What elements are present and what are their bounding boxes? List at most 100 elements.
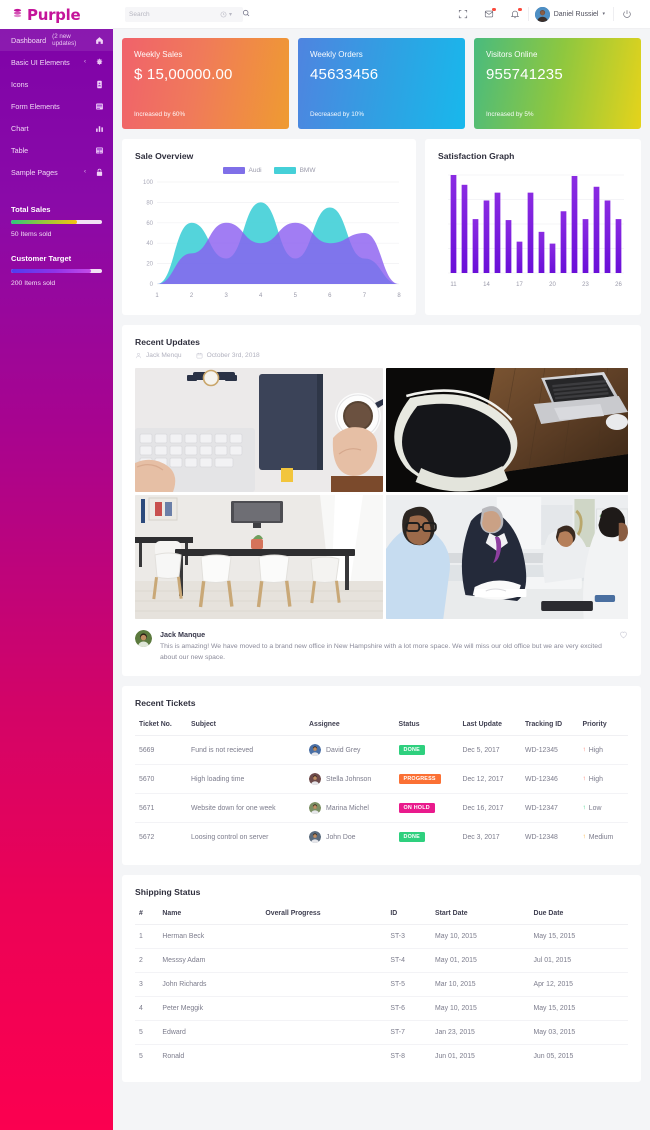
sale-overview-chart: 0 20 40 60 80 100 1 2 3 4 5 6 7 8 (143, 180, 401, 299)
cell-last-update: Dec 16, 2017 (458, 793, 521, 824)
table-row[interactable]: 5672 Loosing control on server John Doe DON… (135, 823, 628, 852)
recent-tickets-card: Recent Tickets Ticket No. Subject Assignee… (122, 686, 641, 866)
calendar-icon (196, 352, 202, 359)
sidebar-item-basic-ui-elements[interactable]: Basic UI Elements ‹ (0, 51, 113, 73)
sidebar-item-icons[interactable]: Icons (0, 73, 113, 95)
post-body: Jack Manque This is amazing! We have mov… (160, 630, 605, 663)
table-row[interactable]: 1 Herman Beck ST-3 May 10, 2015 May 15, 2015 (135, 924, 628, 950)
column-header: Subject (187, 712, 306, 737)
avatar (309, 802, 322, 815)
cell-start-date: Mar 10, 2015 (431, 972, 530, 998)
cell-due-date: Jun 05, 2015 (533, 1053, 574, 1061)
cell-priority: ↑ Medium (579, 823, 628, 852)
table-row[interactable]: 4 Peter Meggik ST-6 May 10, 2015 May 15, 201… (135, 996, 628, 1022)
svg-text:6: 6 (328, 293, 332, 299)
table-row[interactable]: 3 John Richards ST-5 Mar 10, 2015 Apr 12, 20… (135, 972, 628, 998)
cell-id: ST-5 (386, 972, 432, 998)
table-row[interactable]: 5 Ronald ST-8 Jun 01, 2015 Jun 05, 2015 (135, 1045, 628, 1069)
column-header: Status (394, 712, 459, 737)
cell-start-date: May 10, 2015 (431, 996, 530, 1022)
sidebar-item-table[interactable]: Table (0, 139, 113, 161)
brand[interactable]: Purple (0, 0, 113, 29)
assignee-name: David Grey (326, 746, 361, 754)
card-title: Recent Updates (135, 337, 200, 347)
status-badge: DONE (398, 832, 425, 843)
stat-card[interactable]: Weekly Sales $ 15,00000.00 Increased by 60… (122, 38, 289, 129)
office-meeting-photo[interactable] (386, 495, 628, 619)
arrow-up-icon: ↑ (582, 803, 586, 811)
stat-card-footer: Increased by 5% (486, 111, 534, 118)
svg-text:14: 14 (483, 282, 490, 288)
table-row[interactable]: 2 Messsy Adam ST-4 May 01, 2015 Jul 01, 2015 (135, 948, 628, 974)
cell-start-date: May 01, 2015 (431, 948, 530, 974)
cell-ticket: 5671 (135, 793, 188, 824)
progress-bar (11, 269, 102, 273)
column-header: Tracking ID (520, 712, 579, 737)
form-icon (94, 101, 104, 111)
legend-item[interactable]: Audi (222, 167, 262, 174)
table-row[interactable]: 5669 Fund is not recieved David Grey DONE De… (135, 735, 628, 766)
cell-index: 4 (135, 996, 159, 1022)
cell-id: ST-3 (386, 924, 432, 950)
power-icon[interactable] (614, 0, 640, 29)
cell-tracking-id: WD-12348 (524, 833, 558, 841)
legend-label: BMW (299, 167, 316, 174)
satisfaction-chart: 11 14 17 20 23 26 (448, 174, 624, 288)
avatar (309, 773, 322, 786)
user-menu[interactable]: Daniel Russiel ▾ (529, 6, 613, 22)
table-row[interactable]: 5 Edward ST-7 Jan 23, 2015 May 03, 2015 (135, 1020, 628, 1046)
table-row[interactable]: 5671 Website down for one week Marina Mich… (135, 793, 628, 824)
sidebar-item-form-elements[interactable]: Form Elements (0, 95, 113, 117)
sidebar-item-dashboard[interactable]: Dashboard (2 new updates) (0, 29, 113, 51)
mail-icon[interactable] (476, 0, 502, 29)
table-row[interactable]: 5670 High loading time Stella Johnson PROGR… (135, 764, 628, 795)
cell-last-update: Dec 3, 2017 (462, 833, 500, 841)
column-header: Due Date (529, 901, 628, 926)
search-box[interactable]: ▾ (125, 6, 250, 22)
sidebar-item-chart[interactable]: Chart (0, 117, 113, 139)
fullscreen-icon[interactable] (450, 0, 476, 29)
progress-fill (11, 269, 92, 273)
chart-icon (94, 123, 104, 133)
status-badge: ON HOLD (398, 803, 435, 814)
stat-card[interactable]: Weekly Orders 45633456 Decreased by 10% (298, 38, 465, 129)
cell-assignee: Marina Michel (305, 793, 395, 824)
column-header: Overall Progress (261, 901, 387, 926)
column-header: # (135, 901, 159, 926)
heart-icon[interactable] (613, 630, 628, 641)
meta-date: October 3rd, 2018 (196, 352, 260, 359)
sidebar-item-label: Table (11, 145, 29, 155)
keyboard-notebook-coffee-photo[interactable] (135, 368, 383, 492)
search-options[interactable]: ▾ (220, 11, 232, 18)
laptop-mouse-desk-photo[interactable] (386, 368, 628, 492)
cell-progress (261, 1020, 387, 1046)
avatar (135, 630, 152, 647)
sidebar-item-sample-pages[interactable]: Sample Pages ‹ (0, 161, 113, 183)
sidebar-nav: Dashboard (2 new updates) Basic UI Element… (0, 29, 113, 183)
cell-tracking-id: WD-12346 (520, 764, 579, 795)
post-text: This is amazing! We have moved to a bran… (160, 643, 602, 661)
legend-item[interactable]: BMW (273, 167, 316, 174)
svg-text:11: 11 (450, 282, 457, 288)
satisfaction-card: Satisfaction Graph 11 14 17 20 23 26 (425, 139, 641, 315)
column-header: Start Date (431, 901, 530, 926)
shipping-status-card: Shipping Status # Name Overall Progress ID S… (122, 875, 641, 1083)
legend-swatch (222, 167, 245, 174)
cell-ticket: 5669 (135, 735, 188, 766)
assignee-name: John Doe (326, 833, 356, 841)
arrow-up-icon: ↑ (582, 832, 586, 840)
dining-table-chairs-photo[interactable] (135, 495, 383, 619)
user-name: Daniel Russiel (553, 10, 599, 18)
sidebar-item-label: Form Elements (11, 101, 60, 111)
recent-tickets-table: Ticket No. Subject Assignee Status Last Upda… (135, 712, 628, 851)
avatar (309, 831, 322, 844)
stat-card-footer: Increased by 60% (134, 111, 186, 118)
legend-swatch (273, 167, 296, 174)
bell-icon[interactable] (502, 0, 528, 29)
priority-label: High (588, 746, 603, 754)
stat-card[interactable]: Visitors Online 955741235 Increased by 5% (474, 38, 641, 129)
cell-name: Messsy Adam (158, 948, 262, 974)
search-icon[interactable] (242, 9, 250, 19)
gear-icon (94, 57, 104, 67)
search-input[interactable] (129, 10, 217, 18)
